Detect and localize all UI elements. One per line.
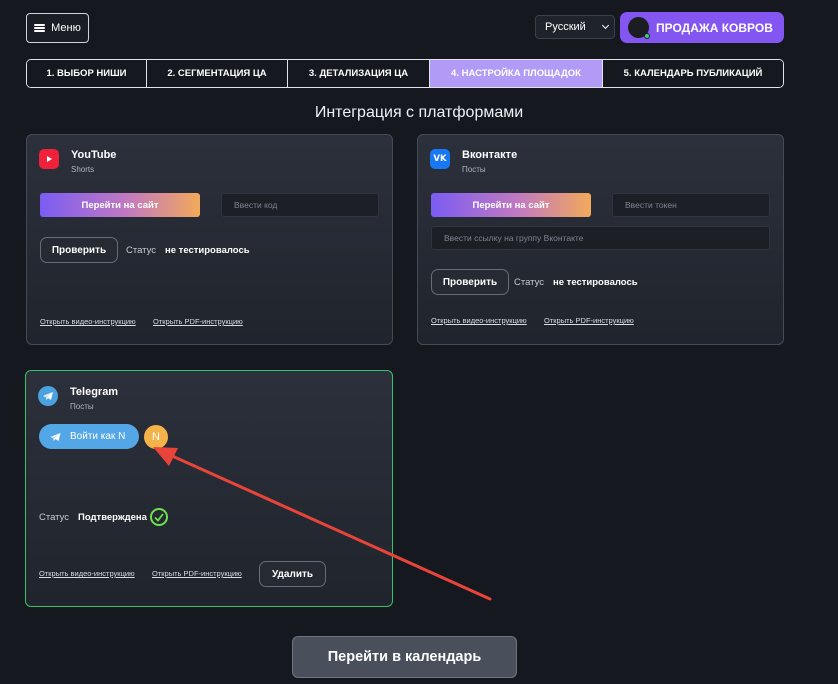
steps-nav: 1. Выбор ниши 2. Сегментация ЦА 3. Детал… [26, 59, 784, 88]
page-title: Интеграция с платформами [314, 104, 524, 121]
company-name: ПРОДАЖА КОВРОВ [656, 20, 773, 35]
status-label: Статус [126, 245, 157, 256]
company-button[interactable]: ПРОДАЖА КОВРОВ [620, 12, 784, 43]
avatar [628, 17, 650, 39]
platform-subtitle: Посты [70, 402, 94, 411]
telegram-icon [38, 386, 58, 406]
youtube-status-value: не тестировалось [165, 245, 250, 256]
vk-status-value: не тестировалось [553, 277, 638, 288]
menu-label: Меню [51, 22, 81, 34]
vk-video-instruction-link[interactable]: Открыть видео-инструкцию [431, 316, 527, 325]
chevron-down-icon [601, 21, 610, 30]
step-platform-settings[interactable]: 4. Настройка площадок [430, 60, 603, 87]
telegram-user-avatar: N [144, 425, 168, 449]
step-niche[interactable]: 1. Выбор ниши [27, 60, 147, 87]
step-calendar[interactable]: 5. Календарь публикаций [603, 60, 783, 87]
vk-go-site-button[interactable]: Перейти на сайт [431, 193, 591, 217]
platform-name: Вконтакте [462, 149, 518, 161]
youtube-card: YouTube Shorts Перейти на сайт Ввести ко… [26, 134, 393, 345]
platform-subtitle: Shorts [71, 165, 95, 174]
menu-button[interactable]: Меню [26, 13, 89, 43]
telegram-delete-button[interactable]: Удалить [259, 561, 326, 587]
status-label: Статус [39, 512, 70, 523]
language-value: Русский [545, 21, 586, 33]
telegram-status-value: Подтверждена [78, 512, 147, 523]
vk-group-link-input[interactable]: Ввести ссылку на группу Вконтакте [431, 226, 770, 250]
vk-card: VK Вконтакте Посты Перейти на сайт Ввест… [417, 134, 784, 345]
youtube-check-button[interactable]: Проверить [40, 237, 118, 263]
youtube-pdf-instruction-link[interactable]: Открыть PDF-инструкцию [153, 317, 243, 326]
status-label: Статус [514, 277, 545, 288]
hamburger-icon [34, 24, 46, 32]
check-circle-icon [150, 508, 168, 526]
step-segmentation[interactable]: 2. Сегментация ЦА [147, 60, 288, 87]
youtube-code-input[interactable]: Ввести код [221, 193, 379, 217]
telegram-video-instruction-link[interactable]: Открыть видео-инструкцию [39, 569, 135, 578]
telegram-pdf-instruction-link[interactable]: Открыть PDF-инструкцию [152, 569, 242, 578]
telegram-login-label: Войти как N [70, 431, 126, 442]
youtube-video-instruction-link[interactable]: Открыть видео-инструкцию [40, 317, 136, 326]
vk-token-input[interactable]: Ввести токен [612, 193, 770, 217]
youtube-go-site-button[interactable]: Перейти на сайт [40, 193, 200, 217]
youtube-icon [39, 149, 59, 169]
vk-pdf-instruction-link[interactable]: Открыть PDF-инструкцию [544, 316, 634, 325]
step-detailing[interactable]: 3. Детализация ЦА [288, 60, 430, 87]
platform-name: Telegram [70, 386, 119, 398]
go-to-calendar-button[interactable]: Перейти в календарь [292, 636, 517, 678]
online-status-dot [644, 33, 650, 39]
telegram-card: Telegram Посты Войти как N N Статус Подт… [25, 370, 393, 607]
telegram-plane-icon [50, 432, 61, 441]
vk-check-button[interactable]: Проверить [431, 269, 509, 295]
platform-subtitle: Посты [462, 165, 486, 174]
vk-icon: VK [430, 149, 450, 169]
language-select[interactable]: Русский [535, 15, 615, 39]
telegram-login-button[interactable]: Войти как N [39, 424, 139, 449]
platform-name: YouTube [71, 149, 117, 161]
